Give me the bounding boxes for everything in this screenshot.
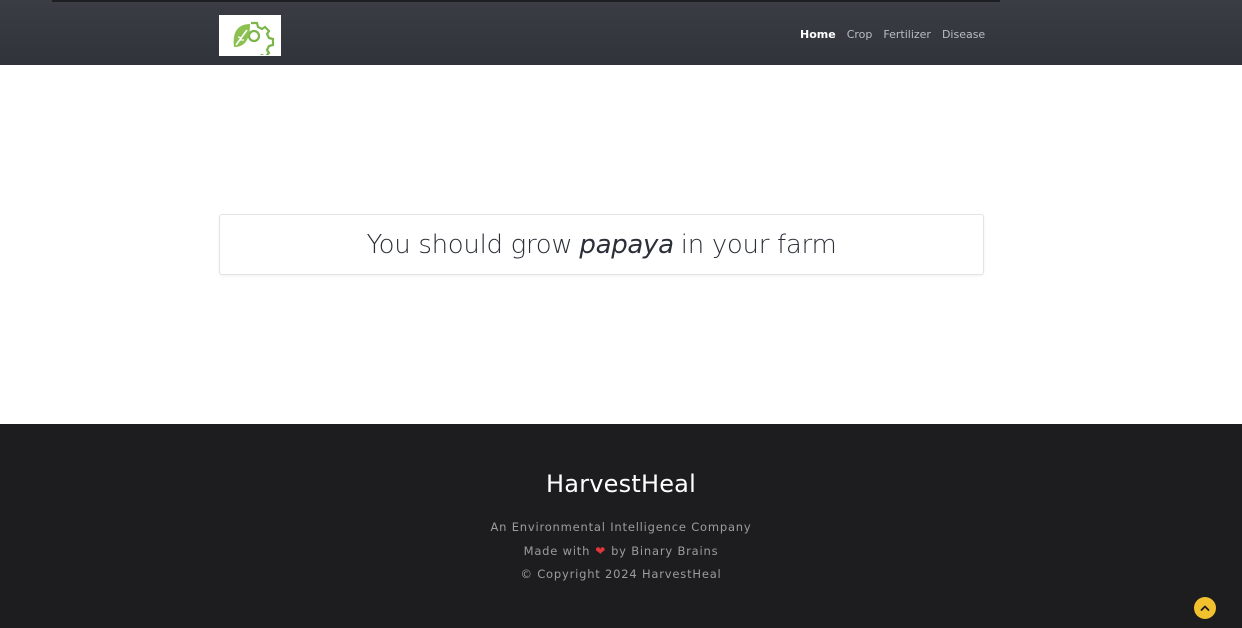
footer: HarvestHeal An Environmental Intelligenc… xyxy=(0,424,1242,628)
made-with-prefix: Made with xyxy=(523,544,591,558)
scroll-to-top-button[interactable] xyxy=(1194,597,1216,619)
nav-disease[interactable]: Disease xyxy=(942,28,985,41)
recommendation-card: You should grow papaya in your farm xyxy=(219,214,984,275)
nav-home[interactable]: Home xyxy=(800,28,836,41)
footer-copyright: © Copyright 2024 HarvestHeal xyxy=(520,567,722,581)
made-with-suffix: by Binary Brains xyxy=(611,544,719,558)
leaf-gear-icon xyxy=(233,21,274,55)
recommended-crop: papaya xyxy=(579,229,674,260)
navbar: Home Crop Fertilizer Disease xyxy=(0,0,1242,65)
nav-fertilizer[interactable]: Fertilizer xyxy=(883,28,931,41)
main-nav: Home Crop Fertilizer Disease xyxy=(800,28,985,41)
navbar-top-border xyxy=(52,0,1000,2)
nav-crop[interactable]: Crop xyxy=(847,28,873,41)
chevron-up-icon xyxy=(1200,605,1210,611)
recommendation-prefix: You should grow xyxy=(366,229,573,260)
footer-brand: HarvestHeal xyxy=(546,470,696,498)
recommendation-suffix: in your farm xyxy=(680,229,837,260)
heart-icon: ❤ xyxy=(595,544,607,558)
site-logo[interactable] xyxy=(219,15,281,56)
footer-tagline: An Environmental Intelligence Company xyxy=(490,520,752,534)
footer-made-with: Made with ❤ by Binary Brains xyxy=(0,544,1242,558)
